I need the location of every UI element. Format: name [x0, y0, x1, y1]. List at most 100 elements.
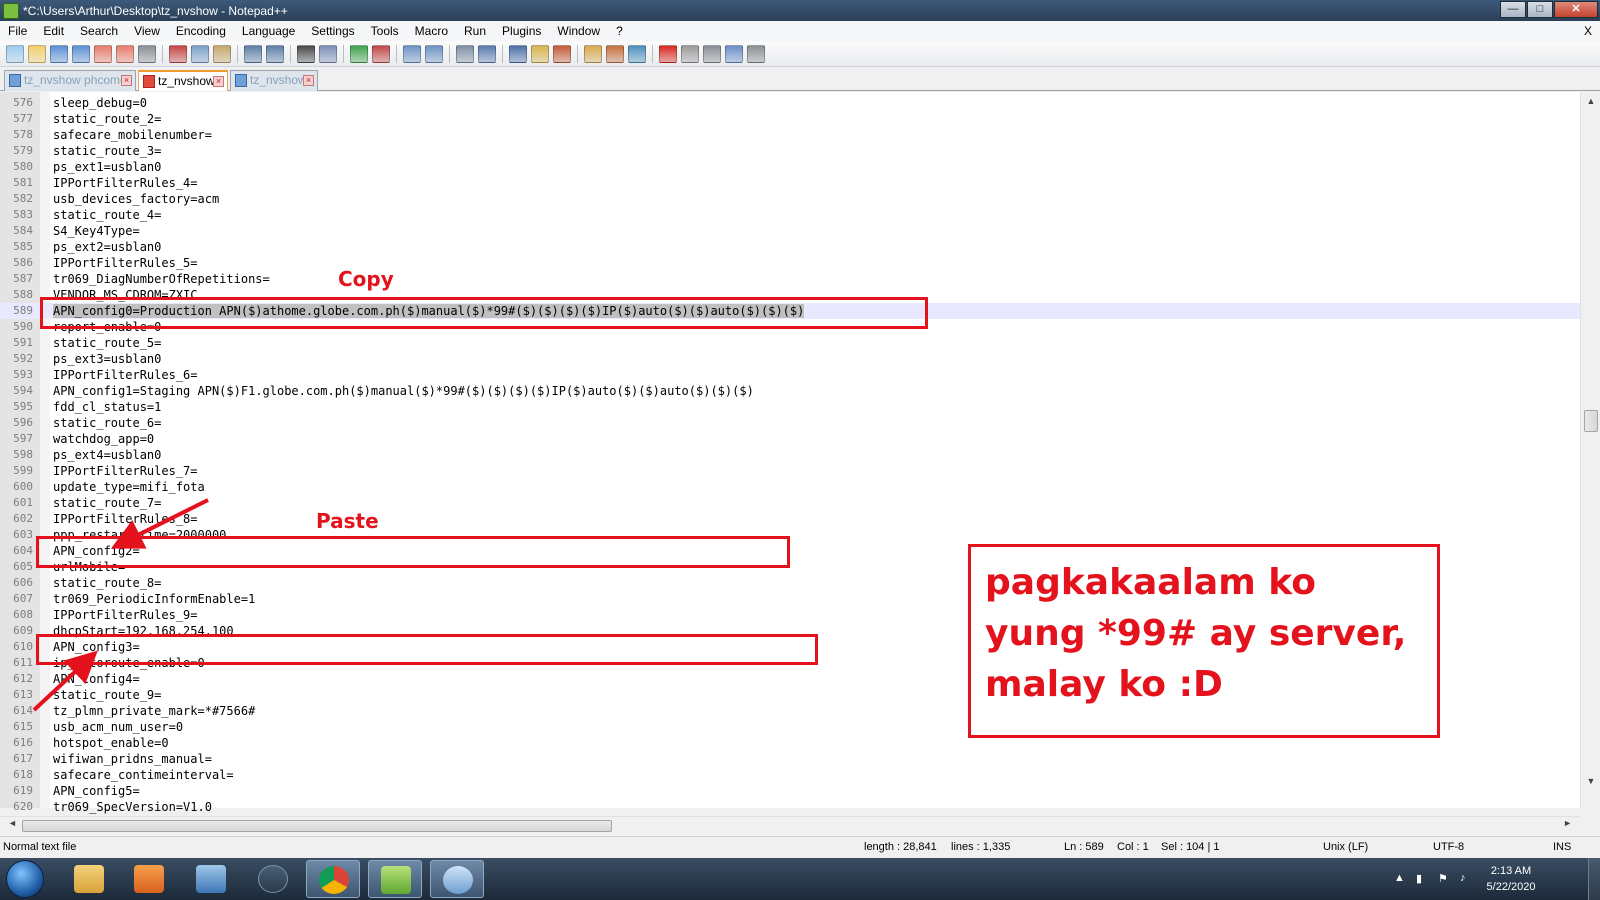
menu-run[interactable]: Run [456, 21, 494, 41]
save-macro-icon[interactable] [747, 44, 765, 63]
horizontal-scroll-thumb[interactable] [22, 820, 612, 832]
editor-line[interactable]: 577 static_route_2= [0, 111, 1580, 127]
status-encoding[interactable]: UTF-8 [1433, 841, 1464, 853]
editor-line[interactable]: 597 watchdog_app=0 [0, 431, 1580, 447]
zoom-in-icon[interactable] [350, 44, 368, 63]
show-hidden-icons-button[interactable]: ▲ [1394, 872, 1406, 884]
minimize-button[interactable]: — [1500, 1, 1526, 18]
menu-settings[interactable]: Settings [303, 21, 362, 41]
editor-line[interactable]: 596 static_route_6= [0, 415, 1580, 431]
find-icon[interactable] [297, 44, 315, 63]
tab-tz-nvshow[interactable]: tz_nvshow × [230, 70, 318, 91]
scroll-down-arrow-icon[interactable]: ▼ [1585, 776, 1597, 788]
editor-line[interactable]: 579 static_route_3= [0, 143, 1580, 159]
taskbar-notepad-plus-plus[interactable] [368, 860, 422, 898]
menu-language[interactable]: Language [234, 21, 303, 41]
maximize-button[interactable]: □ [1527, 1, 1553, 18]
editor-line[interactable]: 600 update_type=mifi_fota [0, 479, 1580, 495]
taskbar-media-player[interactable] [122, 860, 176, 898]
menu-view[interactable]: View [126, 21, 168, 41]
indent-guide-icon[interactable] [509, 44, 527, 63]
horizontal-scrollbar[interactable]: ◄ ► [0, 816, 1580, 834]
scroll-up-arrow-icon[interactable]: ▲ [1585, 96, 1597, 108]
editor-line[interactable]: 586 IPPortFilterRules_5= [0, 255, 1580, 271]
play-macro-icon[interactable] [703, 44, 721, 63]
editor-line[interactable]: 598 ps_ext4=usblan0 [0, 447, 1580, 463]
sync-vertical-icon[interactable] [403, 44, 421, 63]
editor-line[interactable]: 584 S4_Key4Type= [0, 223, 1580, 239]
menu-macro[interactable]: Macro [407, 21, 456, 41]
clock-date[interactable]: 5/22/2020 [1476, 881, 1546, 893]
menu-search[interactable]: Search [72, 21, 126, 41]
udl-icon[interactable] [531, 44, 549, 63]
tab-close-icon[interactable]: × [121, 75, 132, 86]
editor-line[interactable]: 601 static_route_7= [0, 495, 1580, 511]
word-wrap-icon[interactable] [456, 44, 474, 63]
replace-icon[interactable] [319, 44, 337, 63]
volume-icon[interactable]: ♪ [1460, 872, 1472, 884]
taskbar-nox[interactable] [246, 860, 300, 898]
editor-line[interactable]: 576 sleep_debug=0 [0, 95, 1580, 111]
close-icon[interactable] [94, 44, 112, 63]
scroll-right-arrow-icon[interactable]: ► [1563, 818, 1572, 828]
folder-workspace-icon[interactable] [606, 44, 624, 63]
cut-icon[interactable] [169, 44, 187, 63]
tab-close-icon[interactable]: × [303, 75, 314, 86]
action-center-flag-icon[interactable]: ⚑ [1438, 872, 1450, 885]
stop-macro-icon[interactable] [681, 44, 699, 63]
menu-plugins[interactable]: Plugins [494, 21, 549, 41]
paste-icon[interactable] [213, 44, 231, 63]
editor-line[interactable]: 581 IPPortFilterRules_4= [0, 175, 1580, 191]
run-macro-multiple-icon[interactable] [725, 44, 743, 63]
sync-horizontal-icon[interactable] [425, 44, 443, 63]
vertical-scrollbar[interactable]: ▲ ▼ [1580, 92, 1600, 808]
menu-file[interactable]: File [0, 21, 35, 41]
tab-tz-nvshow-phcomer[interactable]: tz_nvshow phcomer × [4, 70, 136, 91]
editor-line[interactable]: 617 wifiwan_pridns_manual= [0, 751, 1580, 767]
record-macro-icon[interactable] [659, 44, 677, 63]
scroll-left-arrow-icon[interactable]: ◄ [8, 818, 17, 828]
print-icon[interactable] [138, 44, 156, 63]
signal-bars-icon[interactable]: ▮ [1416, 872, 1428, 885]
function-list-icon[interactable] [584, 44, 602, 63]
show-desktop-button[interactable] [1588, 858, 1600, 900]
close-all-icon[interactable] [116, 44, 134, 63]
editor-line[interactable]: 591 static_route_5= [0, 335, 1580, 351]
clock-time[interactable]: 2:13 AM [1476, 865, 1546, 877]
editor-line[interactable]: 619 APN_config5= [0, 783, 1580, 799]
vertical-scroll-thumb[interactable] [1584, 410, 1598, 432]
show-all-chars-icon[interactable] [478, 44, 496, 63]
editor-line[interactable]: 595 fdd_cl_status=1 [0, 399, 1580, 415]
editor-line[interactable]: 620 tr069_SpecVersion=V1.0 [0, 799, 1580, 815]
menu-help[interactable]: ? [608, 21, 631, 41]
status-eol-format[interactable]: Unix (LF) [1323, 841, 1368, 853]
taskbar-paint[interactable] [430, 860, 484, 898]
taskbar-chrome[interactable] [306, 860, 360, 898]
save-all-icon[interactable] [72, 44, 90, 63]
editor-line[interactable]: 583 static_route_4= [0, 207, 1580, 223]
start-button-windows-icon[interactable] [6, 860, 44, 898]
menu-window[interactable]: Window [549, 21, 608, 41]
menu-encoding[interactable]: Encoding [168, 21, 234, 41]
editor-line[interactable]: 587 tr069_DiagNumberOfRepetitions= [0, 271, 1580, 287]
editor-line[interactable]: 585 ps_ext2=usblan0 [0, 239, 1580, 255]
monitoring-icon[interactable] [628, 44, 646, 63]
editor-line[interactable]: 593 IPPortFilterRules_6= [0, 367, 1580, 383]
editor-line[interactable]: 618 safecare_contimeinterval= [0, 767, 1580, 783]
doc-map-icon[interactable] [553, 44, 571, 63]
copy-icon[interactable] [191, 44, 209, 63]
zoom-out-icon[interactable] [372, 44, 390, 63]
save-icon[interactable] [50, 44, 68, 63]
menu-tools[interactable]: Tools [363, 21, 407, 41]
editor-line[interactable]: 602 IPPortFilterRules_8= [0, 511, 1580, 527]
undo-icon[interactable] [244, 44, 262, 63]
taskbar-remote-desktop[interactable] [184, 860, 238, 898]
editor-line[interactable]: 594 APN_config1=Staging APN($)F1.globe.co… [0, 383, 1580, 399]
new-file-icon[interactable] [6, 44, 24, 63]
menu-edit[interactable]: Edit [35, 21, 72, 41]
redo-icon[interactable] [266, 44, 284, 63]
editor-line[interactable]: 578 safecare_mobilenumber= [0, 127, 1580, 143]
tab-tz-nvshow-active[interactable]: tz_nvshow × [138, 70, 228, 91]
taskbar-file-explorer[interactable] [62, 860, 116, 898]
editor-line[interactable]: 582 usb_devices_factory=acm [0, 191, 1580, 207]
